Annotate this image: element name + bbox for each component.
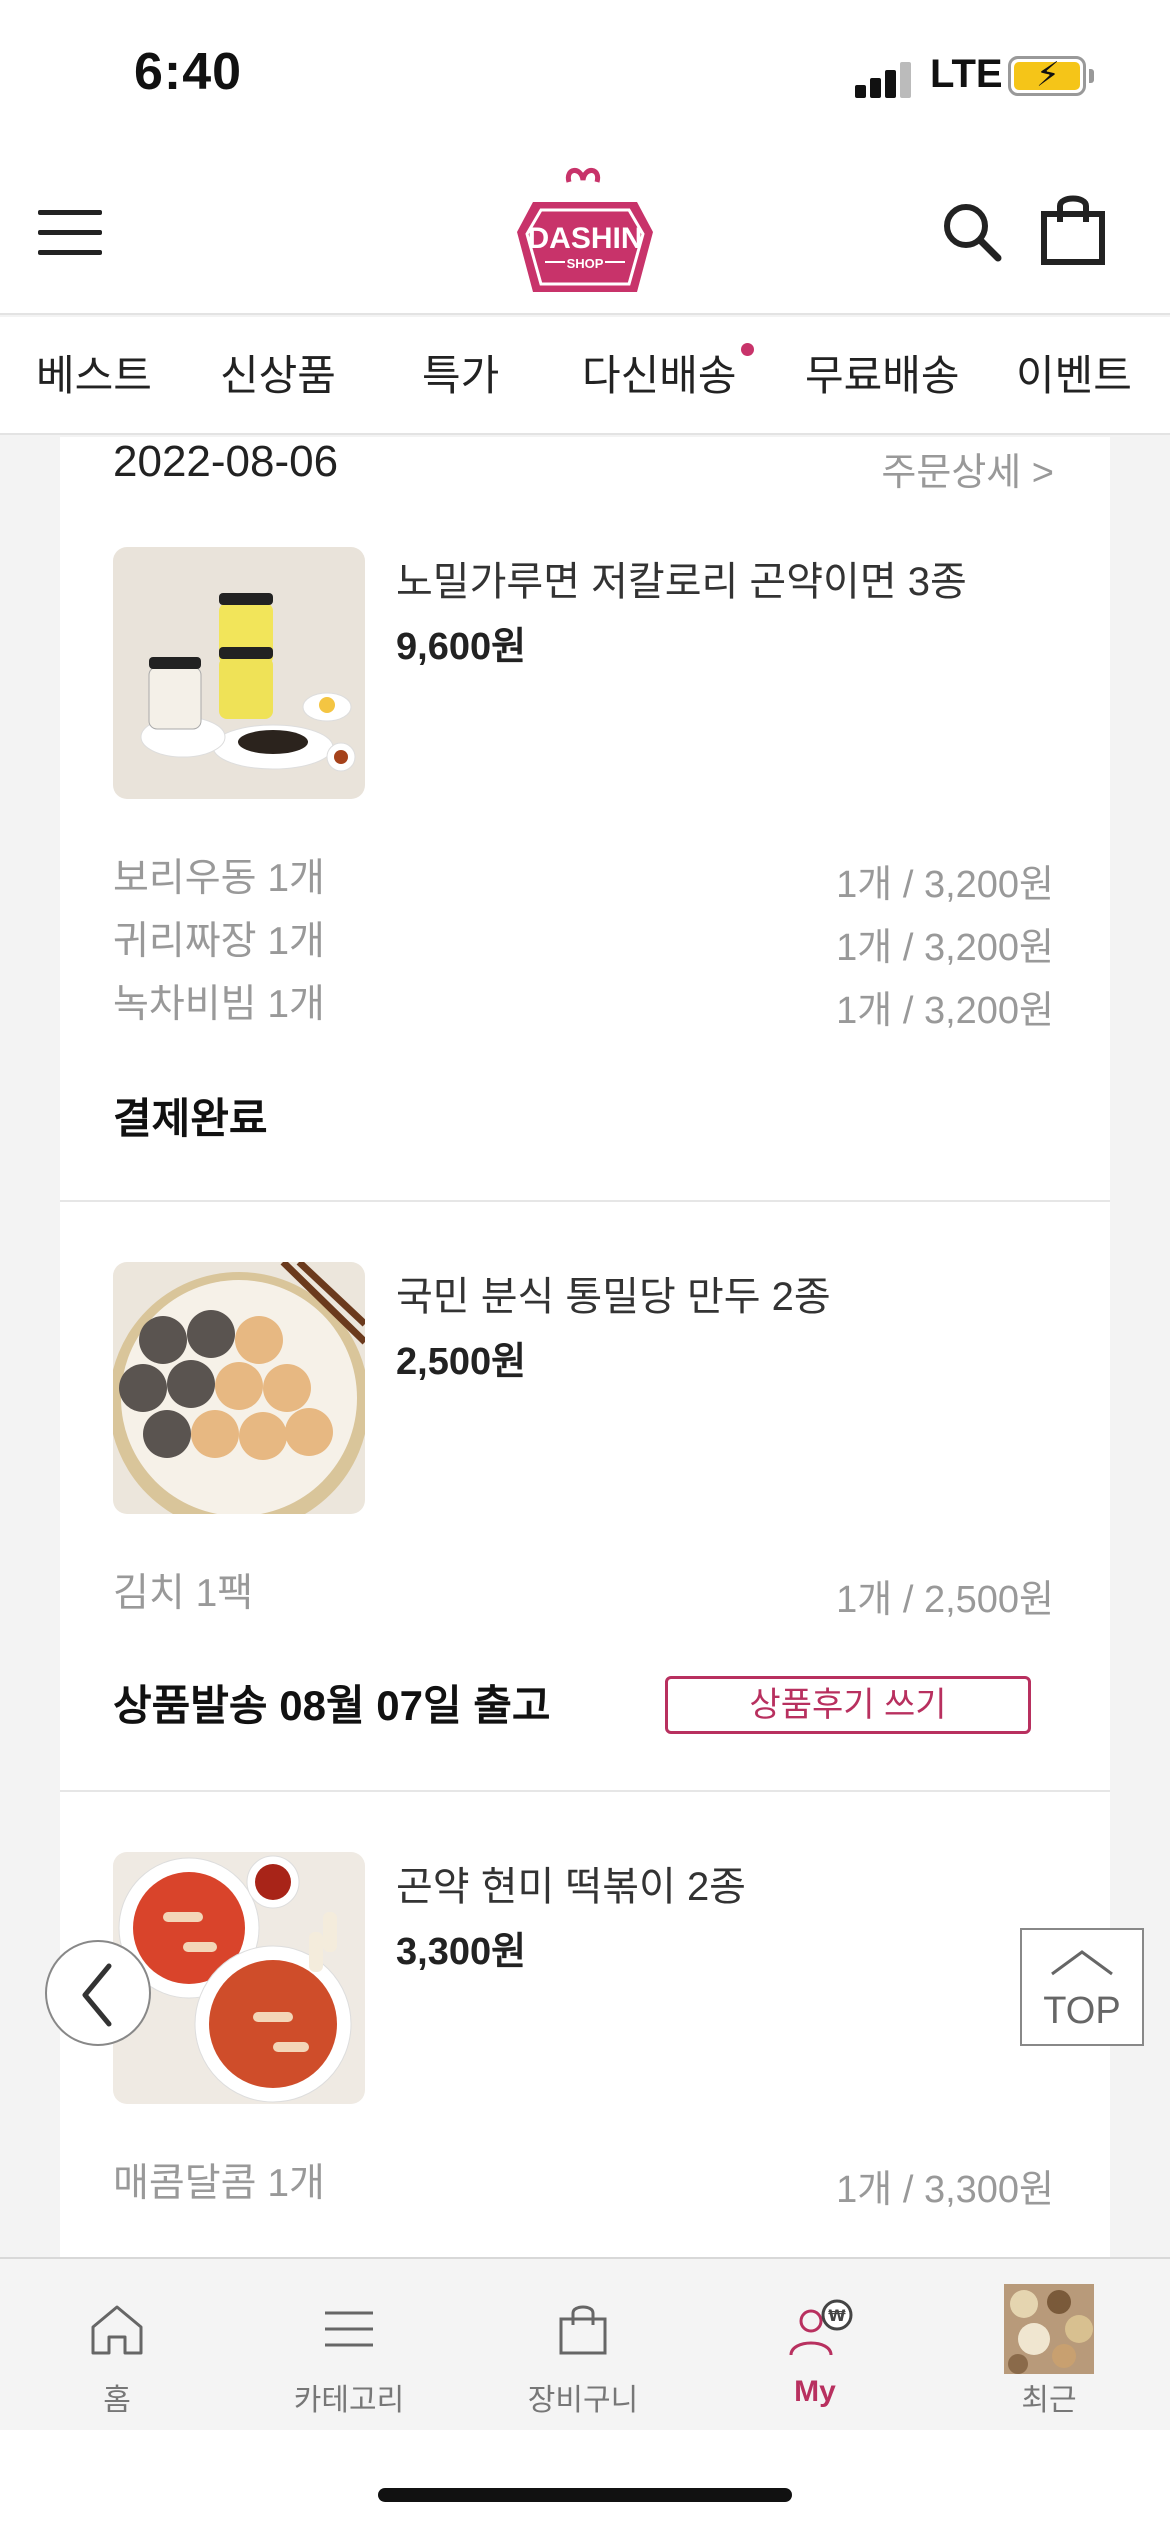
battery-icon: ⚡ (1008, 56, 1086, 96)
tab-label: 장비구니 (527, 2384, 639, 2417)
signal-icon (855, 60, 913, 98)
tab-my[interactable]: ₩ My (740, 2259, 890, 2432)
product-name[interactable]: 노밀가루면 저칼로리 곤약이면 3종 (396, 549, 967, 607)
scroll-top-label: TOP (1043, 1990, 1121, 2032)
order-card: 국민 분식 통밀당 만두 2종 2,500원 김치 1팩 1개 / 2,500원… (60, 1202, 1110, 1790)
chevron-up-icon (1051, 1950, 1113, 1976)
product-price: 9,600원 (396, 626, 527, 668)
nav-item-best[interactable]: 베스트 (36, 317, 152, 435)
tab-label: 카테고리 (293, 2384, 405, 2417)
recent-product-thumbnail (1004, 2284, 1094, 2374)
home-icon (91, 2305, 143, 2355)
menu-icon[interactable] (38, 210, 102, 256)
product-image[interactable] (113, 1262, 365, 1514)
battery-cap (1089, 69, 1094, 83)
order-detail-link[interactable]: 주문상세 > (881, 441, 1054, 496)
bottom-tab-bar: 홈 카테고리 장비구니 ₩ My 최근 (0, 2257, 1170, 2430)
option-name: 녹차비빔 1개 (113, 983, 325, 1026)
tab-recent[interactable]: 최근 (974, 2259, 1124, 2432)
home-indicator[interactable] (378, 2488, 792, 2502)
home-indicator-area (0, 2430, 1170, 2532)
tab-cart[interactable]: 장비구니 (508, 2259, 658, 2432)
chevron-left-icon (82, 1963, 112, 2027)
svg-text:₩: ₩ (828, 2306, 846, 2325)
nav-item-dashin-delivery[interactable]: 다신배송 (582, 317, 737, 435)
option-qty-price: 1개 / 2,500원 (836, 1579, 1054, 1621)
product-price: 2,500원 (396, 1341, 527, 1383)
logo-text: DASHIN (527, 222, 642, 255)
tab-label: 홈 (103, 2384, 131, 2417)
status-bar: 6:40 LTE ⚡ (0, 0, 1170, 150)
product-price: 3,300원 (396, 1931, 527, 1973)
nav-item-event[interactable]: 이벤트 (1016, 317, 1132, 435)
tab-category[interactable]: 카테고리 (274, 2259, 424, 2432)
option-qty-price: 1개 / 3,200원 (836, 990, 1054, 1032)
status-time: 6:40 (134, 43, 243, 101)
user-won-icon: ₩ (789, 2299, 853, 2356)
option-qty-price: 1개 / 3,300원 (836, 2169, 1054, 2211)
write-review-button[interactable]: 상품후기 쓰기 (665, 1676, 1031, 1734)
menu-icon (325, 2311, 373, 2347)
category-nav: 베스트 신상품 특가 다신배송 무료배송 이벤트 (0, 317, 1170, 435)
header: DASHIN SHOP (0, 150, 1170, 315)
order-card: 2022-08-06 주문상세 > 노밀가루면 저칼로리 곤약이면 3종 9,6… (60, 437, 1110, 1200)
nav-item-free-shipping[interactable]: 무료배송 (805, 317, 960, 435)
product-name[interactable]: 국민 분식 통밀당 만두 2종 (396, 1264, 831, 1322)
order-list: 2022-08-06 주문상세 > 노밀가루면 저칼로리 곤약이면 3종 9,6… (0, 437, 1170, 2257)
dashin-logo[interactable]: DASHIN SHOP (505, 162, 665, 302)
product-name[interactable]: 곤약 현미 떡볶이 2종 (396, 1854, 746, 1912)
product-image[interactable] (113, 547, 365, 799)
option-name: 보리우동 1개 (113, 857, 325, 900)
logo-subtext: SHOP (567, 256, 604, 271)
tab-label: 최근 (1021, 2384, 1077, 2417)
nav-item-new[interactable]: 신상품 (220, 317, 336, 435)
order-card: 곤약 현미 떡볶이 2종 3,300원 매콤달콤 1개 1개 / 3,300원 (60, 1792, 1110, 2257)
new-dot-badge (741, 343, 754, 356)
order-status: 상품발송 08월 07일 출고 (113, 1682, 551, 1729)
scroll-top-button[interactable]: TOP (1020, 1928, 1144, 2046)
shopping-bag-icon[interactable] (1040, 192, 1106, 266)
option-qty-price: 1개 / 3,200원 (836, 927, 1054, 969)
app-screen: 6:40 LTE ⚡ DASHIN SHOP 베스트 신상품 특가 다신배송 무… (0, 0, 1170, 2532)
option-name: 귀리짜장 1개 (113, 920, 325, 963)
search-icon[interactable] (940, 200, 1004, 264)
order-status: 결제완료 (113, 1095, 268, 1142)
order-date: 2022-08-06 (113, 437, 339, 486)
tab-home[interactable]: 홈 (42, 2259, 192, 2432)
tab-label: My (794, 2375, 836, 2408)
bag-icon (559, 2305, 607, 2355)
option-qty-price: 1개 / 3,200원 (836, 864, 1054, 906)
network-label: LTE (930, 52, 1003, 96)
back-button[interactable] (45, 1940, 151, 2046)
option-name: 김치 1팩 (113, 1572, 254, 1615)
nav-item-sale[interactable]: 특가 (422, 317, 499, 435)
option-name: 매콤달콤 1개 (113, 2162, 325, 2205)
